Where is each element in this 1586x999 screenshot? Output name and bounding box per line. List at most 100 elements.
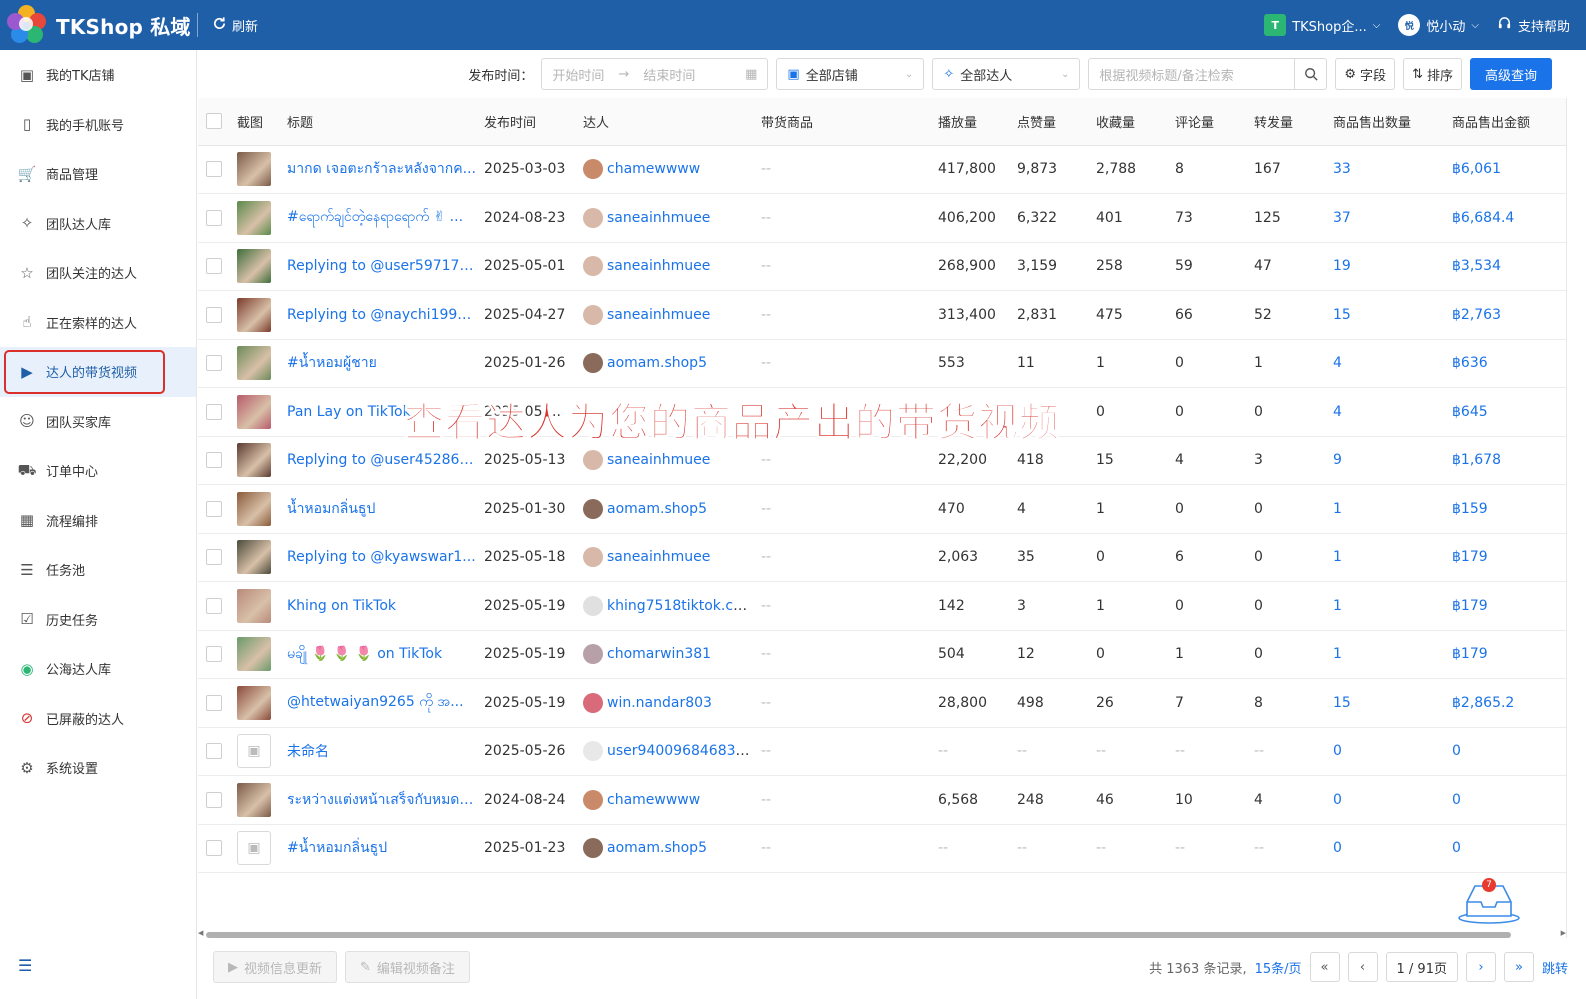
row-checkbox[interactable] bbox=[206, 355, 222, 372]
jump-link[interactable]: 跳转 bbox=[1542, 958, 1568, 977]
video-title-link[interactable]: Replying to @kyawswar1... bbox=[279, 533, 476, 582]
creator-link[interactable]: saneainhmuee bbox=[607, 549, 710, 565]
sold-amount-link[interactable]: ฿2,763 bbox=[1444, 290, 1566, 340]
row-checkbox[interactable] bbox=[206, 597, 222, 614]
sold-count-link[interactable]: 19 bbox=[1325, 242, 1444, 291]
sold-count-link[interactable]: 33 bbox=[1325, 145, 1444, 194]
thumbnail-cell[interactable] bbox=[229, 387, 279, 437]
row-checkbox-cell[interactable] bbox=[198, 436, 229, 485]
video-thumbnail[interactable] bbox=[237, 394, 271, 429]
sold-amount-link[interactable]: ฿179 bbox=[1444, 630, 1566, 679]
creator-cell[interactable]: saneainhmuee bbox=[575, 242, 753, 291]
fields-button[interactable]: ⚙ 字段 bbox=[1335, 58, 1396, 90]
video-thumbnail[interactable] bbox=[237, 540, 271, 575]
search-icon[interactable] bbox=[1294, 59, 1326, 89]
video-title-link[interactable]: #น้ำหอมผู้ชาย bbox=[279, 339, 476, 388]
video-title-link[interactable]: #ရောက်ချင်တဲ့နေရာရောက် ✌ ... bbox=[279, 193, 476, 243]
table-row[interactable]: Khing on TikTok 2025-05-19 khing7518tiktok… bbox=[198, 581, 1566, 631]
sold-count-link[interactable]: 4 bbox=[1325, 339, 1444, 388]
sidebar-item[interactable]: ⛟ 订单中心 bbox=[0, 446, 196, 496]
collapse-menu-icon[interactable]: ☰ bbox=[18, 956, 32, 975]
sold-count-link[interactable]: 9 bbox=[1325, 436, 1444, 485]
creator-link[interactable]: saneainhmuee bbox=[607, 452, 710, 468]
table-row[interactable]: မချို 🌷 🌷 🌷 on TikTok 2025-05-19 chomarwin… bbox=[198, 630, 1566, 679]
video-title-link[interactable]: น้ำหอมกลิ่นธูป bbox=[279, 484, 476, 534]
table-row[interactable]: ระหว่างแต่งหน้าเสร็จกับหมดล... 2024-08-24… bbox=[198, 775, 1566, 825]
thumbnail-cell[interactable] bbox=[229, 581, 279, 631]
creator-link[interactable]: chamewwww bbox=[607, 792, 700, 808]
sold-amount-link[interactable]: ฿2,865.2 bbox=[1444, 678, 1566, 728]
advanced-query-button[interactable]: 高级查询 bbox=[1469, 58, 1552, 90]
creator-cell[interactable]: user9400968468379 bbox=[575, 727, 753, 776]
creator-link[interactable]: chamewwww bbox=[607, 161, 700, 177]
video-thumbnail[interactable] bbox=[237, 249, 271, 284]
creator-cell[interactable]: aomam.shop5 bbox=[575, 339, 753, 388]
edit-video-note-button[interactable]: ✎ 编辑视频备注 bbox=[345, 951, 470, 983]
row-checkbox[interactable] bbox=[206, 452, 222, 469]
row-checkbox[interactable] bbox=[206, 161, 222, 178]
date-range-picker[interactable]: 开始时间 → 结束时间 ▦ bbox=[541, 58, 769, 90]
prev-page-icon[interactable]: ‹ bbox=[1347, 952, 1378, 982]
creator-link[interactable]: saneainhmuee bbox=[607, 258, 710, 274]
row-checkbox[interactable] bbox=[206, 694, 222, 711]
sold-count-link[interactable]: 1 bbox=[1325, 630, 1444, 679]
table-row[interactable]: Replying to @user597175... 2025-05-01 sane… bbox=[198, 242, 1566, 291]
row-checkbox-cell[interactable] bbox=[198, 775, 229, 825]
sidebar-item[interactable]: ▶ 达人的带货视频 bbox=[0, 347, 196, 397]
help-button[interactable]: 支持帮助 bbox=[1497, 16, 1570, 35]
select-all-checkbox[interactable] bbox=[206, 113, 222, 130]
thumbnail-cell[interactable] bbox=[229, 678, 279, 728]
creator-link[interactable]: user9400968468379 bbox=[607, 743, 753, 759]
video-title-link[interactable]: Khing on TikTok bbox=[279, 581, 476, 631]
sidebar-item[interactable]: ✧ 团队达人库 bbox=[0, 199, 196, 249]
update-video-info-button[interactable]: ▶ 视频信息更新 bbox=[213, 951, 338, 983]
creator-select[interactable]: ✧ 全部达人 ⌄ bbox=[932, 58, 1081, 90]
creator-link[interactable]: aomam.shop5 bbox=[607, 355, 707, 371]
video-thumbnail[interactable] bbox=[237, 297, 271, 332]
video-thumbnail[interactable] bbox=[237, 637, 271, 672]
thumbnail-cell[interactable] bbox=[229, 775, 279, 825]
creator-link[interactable]: khing7518tiktok.co... bbox=[607, 598, 753, 614]
sidebar-item[interactable]: 🛒 商品管理 bbox=[0, 149, 196, 199]
sold-count-link[interactable]: 1 bbox=[1325, 533, 1444, 582]
table-row[interactable]: น้ำหอมกลิ่นธูป 2025-01-30 aomam.shop5 -- 470… bbox=[198, 484, 1566, 534]
page-size-select[interactable]: 15条/页 bbox=[1255, 958, 1302, 977]
search-input[interactable]: 根据视频标题/备注检索 bbox=[1088, 58, 1328, 90]
row-checkbox[interactable] bbox=[206, 840, 222, 857]
thumbnail-cell[interactable]: ▣ bbox=[229, 824, 279, 873]
row-checkbox-cell[interactable] bbox=[198, 678, 229, 728]
sold-count-link[interactable]: 15 bbox=[1325, 678, 1444, 728]
video-title-link[interactable]: Replying to @naychi1994... bbox=[279, 290, 476, 340]
row-checkbox-cell[interactable] bbox=[198, 824, 229, 873]
video-thumbnail[interactable] bbox=[237, 588, 271, 623]
user-menu[interactable]: 悦 悦小动 ⌵ bbox=[1398, 14, 1479, 36]
video-title-link[interactable]: #น้ำหอมกลิ่นธูป bbox=[279, 824, 476, 873]
row-checkbox[interactable] bbox=[206, 403, 222, 420]
video-thumbnail[interactable] bbox=[237, 443, 271, 478]
sidebar-item[interactable]: ▦ 流程编排 bbox=[0, 496, 196, 546]
last-page-icon[interactable]: » bbox=[1503, 952, 1534, 982]
refresh-button[interactable]: 刷新 bbox=[212, 16, 258, 35]
sold-count-link[interactable]: 4 bbox=[1325, 387, 1444, 437]
row-checkbox[interactable] bbox=[206, 743, 222, 760]
creator-cell[interactable]: win.nandar803 bbox=[575, 678, 753, 728]
sold-amount-link[interactable]: ฿159 bbox=[1444, 484, 1566, 534]
creator-link[interactable]: aomam.shop5 bbox=[607, 501, 707, 517]
creator-cell[interactable]: saneainhmuee bbox=[575, 290, 753, 340]
video-title-link[interactable]: Replying to @user597175... bbox=[279, 242, 476, 291]
sidebar-item[interactable]: ☝ 正在索样的达人 bbox=[0, 298, 196, 348]
video-title-link[interactable]: ระหว่างแต่งหน้าเสร็จกับหมดล... bbox=[279, 775, 476, 825]
table-row[interactable]: @htetwaiyan9265 ကို အ... 2025-05-19 win.na… bbox=[198, 678, 1566, 728]
sold-count-link[interactable]: 0 bbox=[1325, 727, 1444, 776]
sold-amount-link[interactable]: ฿6,061 bbox=[1444, 145, 1566, 194]
message-box-button[interactable]: 7 bbox=[1455, 878, 1523, 926]
video-title-link[interactable]: @htetwaiyan9265 ကို အ... bbox=[279, 678, 476, 728]
sold-count-link[interactable]: 0 bbox=[1325, 775, 1444, 825]
creator-link[interactable]: saneainhmuee bbox=[607, 307, 710, 323]
video-thumbnail[interactable] bbox=[237, 346, 271, 381]
sold-count-link[interactable]: 1 bbox=[1325, 484, 1444, 534]
row-checkbox[interactable] bbox=[206, 258, 222, 275]
row-checkbox[interactable] bbox=[206, 549, 222, 566]
sold-count-link[interactable]: 15 bbox=[1325, 290, 1444, 340]
scroll-left-icon[interactable]: ◀ bbox=[198, 929, 203, 937]
